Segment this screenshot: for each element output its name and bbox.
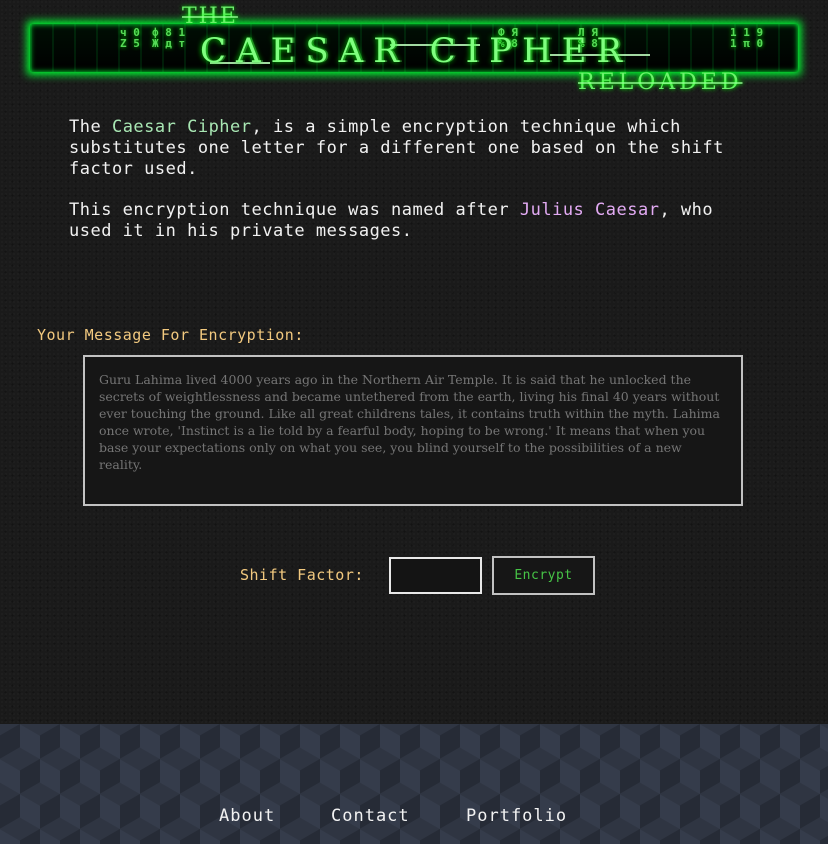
- encrypt-button[interactable]: Encrypt: [492, 556, 595, 595]
- footer-link-portfolio[interactable]: Portfolio: [466, 806, 567, 826]
- intro-paragraph-1: The Caesar Cipher, is a simple encryptio…: [69, 117, 759, 180]
- intro-text: This encryption technique was named afte…: [69, 200, 520, 220]
- shift-factor-label: Shift Factor:: [240, 566, 364, 584]
- intro-paragraph-2: This encryption technique was named afte…: [69, 200, 759, 242]
- site-banner: ч 0 Z 5 ф 8 1 Ж д т Ф Я % 8 Л Я % 8 1 1 …: [30, 4, 798, 96]
- footer-link-about[interactable]: About: [219, 806, 275, 826]
- banner-subtitle: RELOADED: [578, 70, 743, 95]
- message-label: Your Message For Encryption:: [37, 326, 304, 344]
- page-title: CAESAR CIPHER: [200, 31, 633, 71]
- footer-link-contact[interactable]: Contact: [331, 806, 410, 826]
- caesar-cipher-highlight: Caesar Cipher: [111, 117, 252, 137]
- intro-text: The: [69, 117, 112, 137]
- matrix-rain-decoration: ф 8 1 Ж д т: [152, 26, 186, 50]
- matrix-rain-decoration: ч 0 Z 5: [120, 26, 140, 50]
- message-input[interactable]: [83, 355, 743, 506]
- julius-caesar-highlight: Julius Caesar: [519, 200, 660, 220]
- shift-factor-input[interactable]: [389, 557, 482, 594]
- banner-the-text: THE: [182, 4, 238, 29]
- intro-section: The Caesar Cipher, is a simple encryptio…: [69, 117, 759, 262]
- footer: [0, 724, 828, 844]
- matrix-rain-decoration: 1 1 9 1 π 0: [730, 26, 764, 50]
